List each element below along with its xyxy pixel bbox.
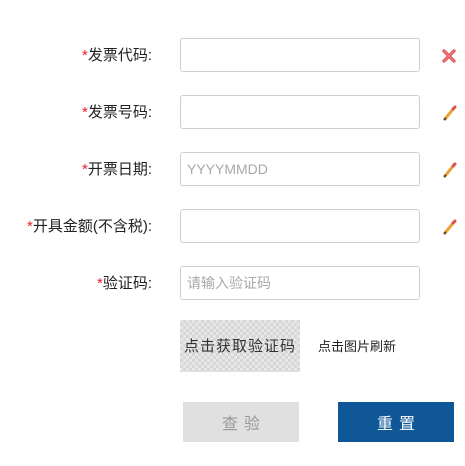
invoice-number-row: *发票号码: xyxy=(0,95,465,131)
pencil-icon xyxy=(443,162,457,178)
invoice-code-label: *发票代码: xyxy=(81,47,152,64)
invoice-number-label: *发票号码: xyxy=(81,104,152,121)
amount-row: *开具金额(不含税): xyxy=(0,209,465,245)
captcha-row: *验证码: xyxy=(0,266,465,302)
issue-date-row: *开票日期: xyxy=(0,152,465,188)
issue-date-input[interactable] xyxy=(180,152,420,186)
captcha-image-text: 点击获取验证码 xyxy=(183,337,296,355)
pencil-icon xyxy=(443,105,457,121)
issue-date-label: *开票日期: xyxy=(81,161,152,178)
amount-input[interactable] xyxy=(180,209,420,243)
captcha-input[interactable] xyxy=(180,266,420,300)
refresh-captcha-link[interactable]: 点击图片刷新 xyxy=(318,336,396,355)
captcha-image[interactable]: 点击获取验证码 xyxy=(180,320,300,372)
pencil-icon xyxy=(443,219,457,235)
amount-label: *开具金额(不含税): xyxy=(26,218,152,235)
invoice-code-row: *发票代码: xyxy=(0,38,465,74)
invoice-code-input[interactable] xyxy=(180,38,420,72)
reset-button[interactable]: 重置 xyxy=(338,402,454,442)
invoice-number-input[interactable] xyxy=(180,95,420,129)
check-button[interactable]: 查验 xyxy=(183,402,299,442)
captcha-label: *验证码: xyxy=(96,275,152,292)
close-icon[interactable] xyxy=(441,48,457,64)
